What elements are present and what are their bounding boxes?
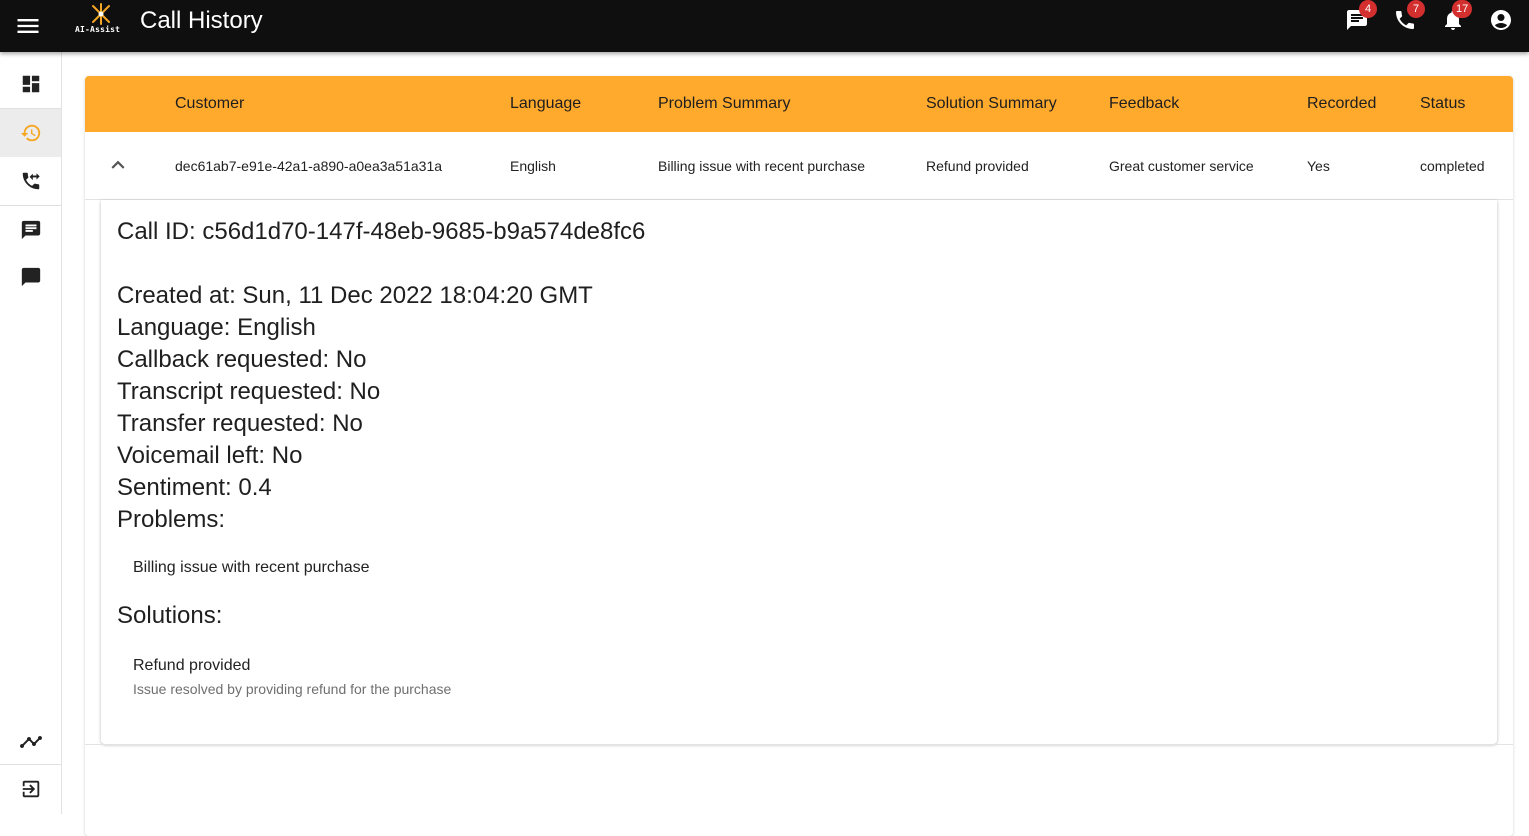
trending-icon (19, 736, 42, 748)
sidebar-item-chat[interactable] (0, 253, 61, 301)
header-status[interactable]: Status (1420, 95, 1465, 113)
transcript-requested: Transcript requested: No (117, 378, 381, 405)
logo-text: AI-Assist (75, 25, 121, 34)
callback-requested: Callback requested: No (117, 346, 367, 373)
account-icon[interactable] (1486, 8, 1516, 34)
call-history-table: Customer Language Problem Summary Soluti… (85, 76, 1513, 836)
sidebar-item-dashboard[interactable] (0, 60, 61, 108)
chat-badge: 4 (1359, 0, 1377, 18)
problems-heading: Problems: (117, 506, 226, 533)
cell-recorded: Yes (1307, 158, 1330, 174)
cell-customer: dec61ab7-e91e-42a1-a890-a0ea3a51a31a (175, 158, 443, 174)
header-feedback[interactable]: Feedback (1109, 95, 1179, 113)
table-header: Customer Language Problem Summary Soluti… (85, 76, 1513, 132)
sidebar-item-messages[interactable] (0, 206, 61, 254)
header-recorded[interactable]: Recorded (1307, 95, 1376, 113)
sidebar-item-logout[interactable] (0, 765, 61, 813)
page-title: Call History (140, 7, 263, 34)
cell-solution: Refund provided (926, 158, 1029, 174)
cell-status: completed (1420, 158, 1485, 174)
header-language[interactable]: Language (510, 95, 581, 113)
solutions-heading: Solutions: (117, 602, 223, 629)
header-problem-summary[interactable]: Problem Summary (658, 95, 790, 113)
chevron-up-icon (111, 160, 125, 169)
created-at: Created at: Sun, 11 Dec 2022 18:04:20 GM… (117, 282, 593, 309)
solution-title: Refund provided (133, 657, 251, 674)
chat-icon[interactable]: 4 (1342, 0, 1377, 34)
bell-icon[interactable]: 17 (1438, 0, 1473, 34)
call-detail-panel: Call ID: c56d1d70-147f-48eb-9685-b9a574d… (101, 200, 1497, 744)
cell-problem: Billing issue with recent purchase (658, 158, 865, 174)
table-row[interactable]: dec61ab7-e91e-42a1-a890-a0ea3a51a31a Eng… (85, 132, 1513, 200)
logout-icon (22, 780, 39, 798)
solution-description: Issue resolved by providing refund for t… (133, 681, 452, 697)
problem-item: Billing issue with recent purchase (133, 559, 370, 576)
menu-icon[interactable] (14, 12, 42, 40)
sentiment: Sentiment: 0.4 (117, 474, 272, 501)
cell-language: English (510, 158, 556, 174)
sidebar-item-call-history[interactable] (0, 109, 61, 157)
history-icon (20, 124, 40, 142)
phone-badge: 7 (1407, 0, 1425, 18)
collapse-row-button[interactable] (105, 152, 131, 178)
transfer-requested: Transfer requested: No (117, 410, 363, 437)
app-bar: AI-Assist Call History 4 7 17 (0, 0, 1529, 52)
chat-bubble-icon (21, 267, 40, 287)
sidebar (0, 52, 62, 814)
header-customer[interactable]: Customer (175, 95, 244, 113)
detail-language: Language: English (117, 314, 316, 341)
header-solution-summary[interactable]: Solution Summary (926, 95, 1057, 113)
phone-icon[interactable]: 7 (1390, 0, 1425, 34)
call-transfer-icon (22, 172, 40, 190)
dashboard-icon (22, 75, 39, 93)
table-divider (85, 744, 1513, 745)
call-id: Call ID: c56d1d70-147f-48eb-9685-b9a574d… (117, 218, 646, 245)
notification-badge: 17 (1452, 0, 1473, 18)
cell-feedback: Great customer service (1109, 158, 1254, 174)
message-icon (21, 220, 40, 240)
voicemail-left: Voicemail left: No (117, 442, 303, 469)
sidebar-item-analytics[interactable] (0, 716, 61, 764)
sidebar-item-call-transfer[interactable] (0, 157, 61, 205)
